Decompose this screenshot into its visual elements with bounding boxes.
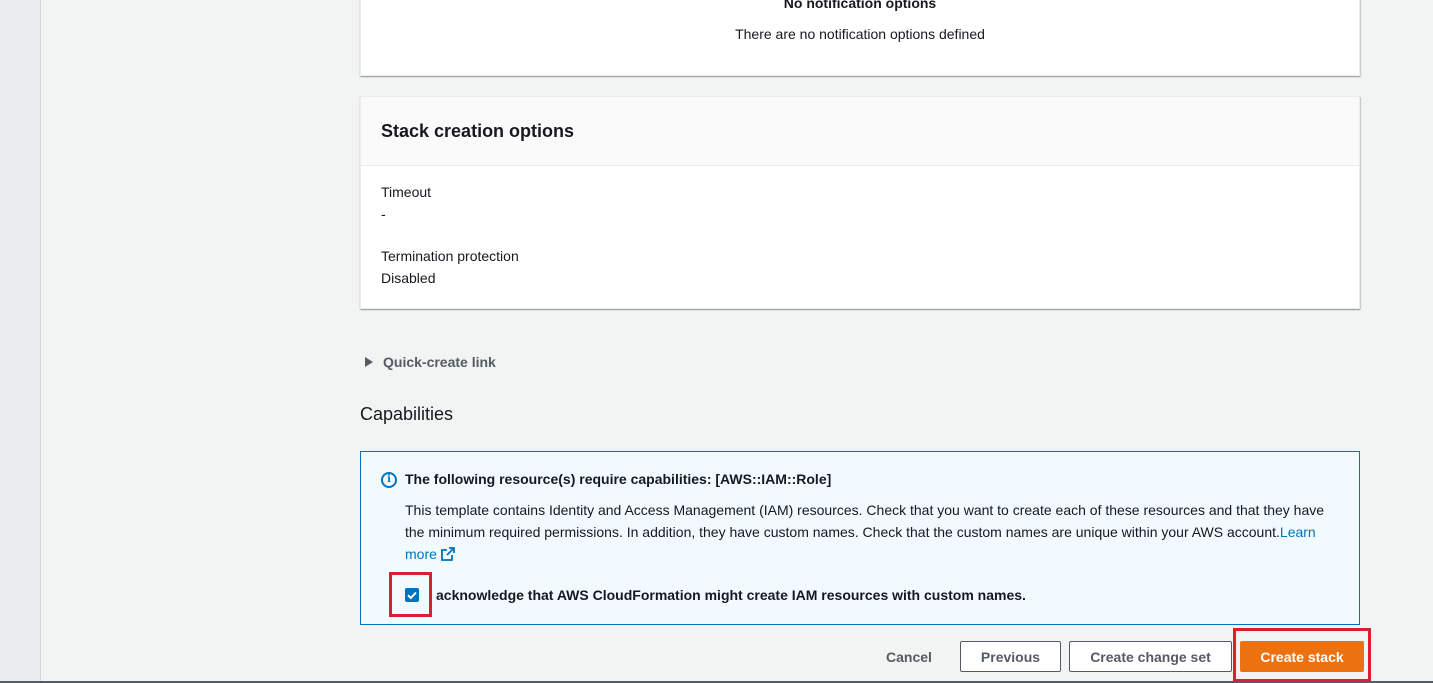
create-change-set-button[interactable]: Create change set — [1069, 641, 1232, 672]
info-icon: i — [381, 472, 397, 488]
left-nav-strip — [0, 0, 41, 683]
quick-create-link-label: Quick-create link — [383, 354, 496, 370]
stack-creation-options-title: Stack creation options — [361, 97, 1359, 166]
external-link-icon — [441, 547, 455, 561]
previous-button[interactable]: Previous — [960, 641, 1061, 672]
acknowledge-iam-label[interactable]: acknowledge that AWS CloudFormation migh… — [436, 587, 1026, 603]
notification-options-panel: No notification options There are no not… — [360, 0, 1360, 76]
termination-protection-field: Termination protection Disabled — [381, 245, 519, 289]
checkmark-icon — [407, 591, 417, 600]
capabilities-info-text: This template contains Identity and Acce… — [405, 502, 1325, 540]
quick-create-link-expander[interactable]: Quick-create link — [365, 354, 496, 370]
create-stack-button[interactable]: Create stack — [1240, 641, 1364, 672]
timeout-field: Timeout - — [381, 181, 431, 225]
capabilities-info-body: This template contains Identity and Acce… — [405, 499, 1345, 565]
timeout-label: Timeout — [381, 184, 432, 200]
termination-protection-label: Termination protection — [381, 248, 519, 264]
capabilities-heading: Capabilities — [360, 404, 454, 424]
termination-protection-value: Disabled — [381, 270, 436, 286]
cancel-button[interactable]: Cancel — [874, 641, 944, 672]
capabilities-info-title: The following resource(s) require capabi… — [405, 471, 832, 487]
caret-right-icon — [365, 357, 373, 367]
acknowledge-iam-checkbox[interactable] — [405, 588, 419, 602]
stack-creation-options-panel: Stack creation options Timeout - Termina… — [360, 96, 1360, 309]
timeout-value: - — [381, 206, 386, 222]
notification-options-title: No notification options — [783, 0, 937, 11]
notification-options-description: There are no notification options define… — [735, 26, 985, 42]
